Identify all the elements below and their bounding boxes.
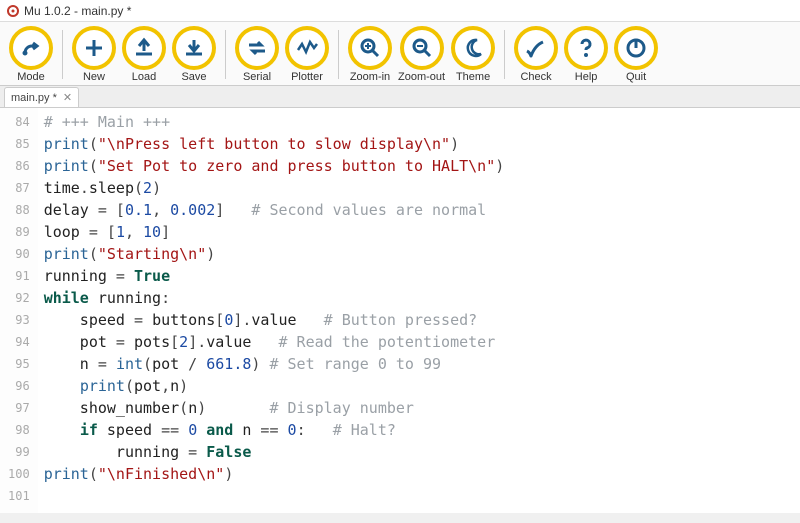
save-icon: [172, 26, 216, 70]
new-button[interactable]: New: [72, 26, 116, 83]
code-line[interactable]: print("\nPress left button to slow displ…: [44, 133, 505, 155]
code-area[interactable]: # +++ Main +++print("\nPress left button…: [38, 108, 505, 513]
line-number: 97: [8, 397, 30, 419]
load-icon: [122, 26, 166, 70]
code-line[interactable]: speed = buttons[0].value # Button presse…: [44, 309, 505, 331]
line-number: 89: [8, 221, 30, 243]
code-line[interactable]: # +++ Main +++: [44, 111, 505, 133]
code-line[interactable]: print("Set Pot to zero and press button …: [44, 155, 505, 177]
mode-label: Mode: [17, 71, 45, 83]
line-number: 92: [8, 287, 30, 309]
zoomout-button[interactable]: Zoom-out: [398, 26, 445, 83]
quit-label: Quit: [626, 71, 646, 83]
toolbar: Mode New Load Save Serial Plotter Zoom-in Zoom-…: [0, 22, 800, 86]
line-number: 87: [8, 177, 30, 199]
mode-button[interactable]: Mode: [9, 26, 53, 83]
zoomin-label: Zoom-in: [350, 71, 390, 83]
theme-button[interactable]: Theme: [451, 26, 495, 83]
line-number: 101: [8, 485, 30, 507]
code-editor[interactable]: 84858687888990919293949596979899100101 #…: [0, 108, 800, 513]
window-title: Mu 1.0.2 - main.py *: [24, 4, 131, 18]
tab-bar: main.py * ✕: [0, 86, 800, 108]
check-button[interactable]: Check: [514, 26, 558, 83]
line-number: 94: [8, 331, 30, 353]
new-label: New: [83, 71, 105, 83]
serial-icon: [235, 26, 279, 70]
plotter-label: Plotter: [291, 71, 323, 83]
help-icon: [564, 26, 608, 70]
code-line[interactable]: if speed == 0 and n == 0: # Halt?: [44, 419, 505, 441]
line-number: 90: [8, 243, 30, 265]
line-number: 86: [8, 155, 30, 177]
code-line[interactable]: pot = pots[2].value # Read the potentiom…: [44, 331, 505, 353]
line-number: 91: [8, 265, 30, 287]
code-line[interactable]: loop = [1, 10]: [44, 221, 505, 243]
check-label: Check: [520, 71, 551, 83]
plotter-button[interactable]: Plotter: [285, 26, 329, 83]
line-number: 93: [8, 309, 30, 331]
mode-icon: [9, 26, 53, 70]
line-number: 98: [8, 419, 30, 441]
line-gutter: 84858687888990919293949596979899100101: [0, 108, 38, 513]
code-line[interactable]: time.sleep(2): [44, 177, 505, 199]
close-icon[interactable]: ✕: [63, 91, 72, 104]
plotter-icon: [285, 26, 329, 70]
code-line[interactable]: show_number(n) # Display number: [44, 397, 505, 419]
code-line[interactable]: print("\nFinished\n"): [44, 463, 505, 485]
line-number: 88: [8, 199, 30, 221]
line-number: 100: [8, 463, 30, 485]
load-button[interactable]: Load: [122, 26, 166, 83]
tab-label: main.py *: [11, 92, 57, 104]
code-line[interactable]: n = int(pot / 661.8) # Set range 0 to 99: [44, 353, 505, 375]
theme-icon: [451, 26, 495, 70]
code-line[interactable]: running = False: [44, 441, 505, 463]
line-number: 95: [8, 353, 30, 375]
tab-main[interactable]: main.py * ✕: [4, 87, 79, 107]
line-number: 96: [8, 375, 30, 397]
code-line[interactable]: print("Starting\n"): [44, 243, 505, 265]
zoomin-button[interactable]: Zoom-in: [348, 26, 392, 83]
theme-label: Theme: [456, 71, 490, 83]
quit-button[interactable]: Quit: [614, 26, 658, 83]
window-titlebar: Mu 1.0.2 - main.py *: [0, 0, 800, 22]
load-label: Load: [132, 71, 156, 83]
code-line[interactable]: print(pot,n): [44, 375, 505, 397]
quit-icon: [614, 26, 658, 70]
zoomin-icon: [348, 26, 392, 70]
check-icon: [514, 26, 558, 70]
code-line[interactable]: delay = [0.1, 0.002] # Second values are…: [44, 199, 505, 221]
line-number: 85: [8, 133, 30, 155]
new-icon: [72, 26, 116, 70]
line-number: 99: [8, 441, 30, 463]
save-button[interactable]: Save: [172, 26, 216, 83]
serial-label: Serial: [243, 71, 271, 83]
zoomout-label: Zoom-out: [398, 71, 445, 83]
zoomout-icon: [400, 26, 444, 70]
help-label: Help: [575, 71, 598, 83]
code-line[interactable]: running = True: [44, 265, 505, 287]
code-line[interactable]: while running:: [44, 287, 505, 309]
line-number: 84: [8, 111, 30, 133]
save-label: Save: [181, 71, 206, 83]
serial-button[interactable]: Serial: [235, 26, 279, 83]
app-icon: [6, 4, 20, 18]
help-button[interactable]: Help: [564, 26, 608, 83]
